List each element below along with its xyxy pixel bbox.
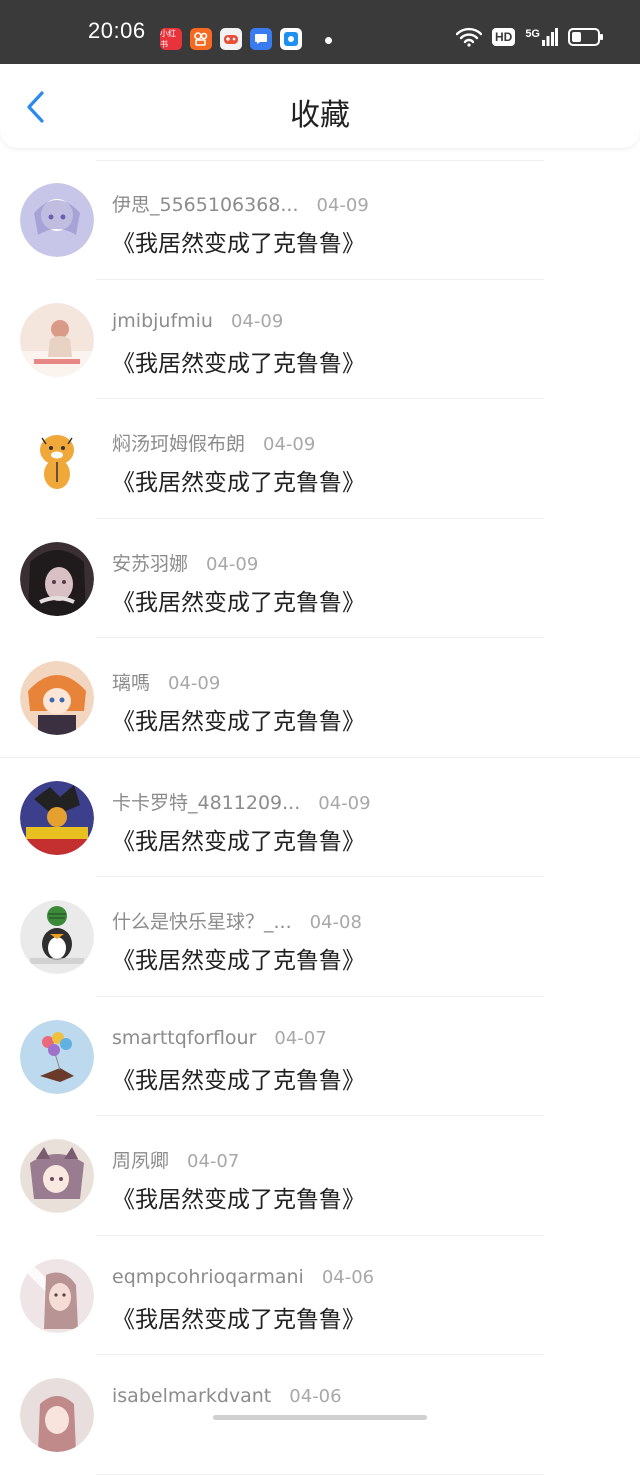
post-date: 04-09 — [263, 434, 316, 455]
avatar-image — [20, 1139, 94, 1213]
favorite-title[interactable]: 《我居然变成了克鲁鲁》 — [112, 583, 365, 617]
user-name[interactable]: isabelmarkdvant — [112, 1385, 271, 1407]
post-date: 04-07 — [187, 1151, 240, 1172]
network-type-label: 5G — [525, 28, 540, 40]
user-name-line: 璃嗎 04-09 — [112, 668, 220, 695]
post-date: 04-09 — [318, 792, 371, 814]
favorite-title[interactable]: 《我居然变成了克鲁鲁》 — [112, 1300, 365, 1334]
favorite-title[interactable]: 《我居然变成了克鲁鲁》 — [112, 941, 365, 975]
avatar[interactable] — [20, 1139, 94, 1213]
avatar[interactable] — [20, 1019, 94, 1094]
list-item[interactable]: 璃嗎 04-09 《我居然变成了克鲁鲁》 — [0, 638, 640, 758]
user-name-line: 什么是快乐星球？_... 04-08 — [112, 907, 362, 934]
signal-icon — [542, 28, 558, 46]
favorite-title[interactable]: 《我居然变成了克鲁鲁》 — [112, 1180, 365, 1214]
list-item[interactable]: 什么是快乐星球？_... 04-08 《我居然变成了克鲁鲁》 — [0, 877, 640, 997]
home-indicator[interactable] — [213, 1415, 427, 1420]
avatar-image — [20, 541, 94, 616]
post-date: 04-09 — [168, 673, 221, 694]
list-item[interactable]: smarttqforflour 04-07 《我居然变成了克鲁鲁》 — [0, 997, 640, 1116]
user-name[interactable]: 安苏羽娜 — [112, 553, 188, 575]
game-icon — [220, 28, 242, 50]
chat-icon — [250, 28, 272, 50]
user-name[interactable]: 什么是快乐星球？_... — [112, 911, 292, 933]
user-name-line: 卡卡罗特_4811209... 04-09 — [112, 788, 371, 815]
favorite-title[interactable]: 《我居然变成了克鲁鲁》 — [112, 822, 365, 856]
status-time: 20:06 — [88, 18, 146, 43]
user-name[interactable]: 周夙卿 — [112, 1150, 169, 1172]
user-name-line: smarttqforflour 04-07 — [112, 1027, 327, 1049]
user-name-line: 伊思_5565106368... 04-09 — [112, 190, 369, 217]
avatar[interactable] — [20, 900, 94, 974]
status-bar: 20:06 小红书 HD 5G — [0, 0, 640, 64]
more-notifications-dot — [325, 37, 332, 44]
post-date: 04-07 — [274, 1027, 327, 1049]
notification-app-icons: 小红书 — [160, 28, 302, 50]
list-item[interactable]: 伊思_5565106368... 04-09 《我居然变成了克鲁鲁》 — [0, 160, 640, 280]
user-name-line: 安苏羽娜 04-09 — [112, 549, 258, 576]
avatar[interactable] — [20, 422, 94, 496]
avatar[interactable] — [20, 780, 94, 855]
favorite-title[interactable]: 《我居然变成了克鲁鲁》 — [112, 463, 365, 497]
list-item[interactable]: 安苏羽娜 04-09 《我居然变成了克鲁鲁》 — [0, 519, 640, 638]
user-name[interactable]: jmibjufmiu — [112, 310, 213, 332]
user-name-line: isabelmarkdvant 04-06 — [112, 1385, 342, 1407]
post-date: 04-09 — [230, 310, 284, 332]
avatar-image — [20, 661, 94, 735]
kuaishou-icon — [190, 28, 212, 50]
favorite-title[interactable]: 《我居然变成了克鲁鲁》 — [112, 344, 365, 378]
favorite-title[interactable]: 《我居然变成了克鲁鲁》 — [112, 1061, 365, 1095]
avatar-image — [20, 422, 94, 496]
list-item[interactable]: 卡卡罗特_4811209... 04-09 《我居然变成了克鲁鲁》 — [0, 758, 640, 877]
user-name[interactable]: 焖汤珂姆假布朗 — [112, 433, 245, 455]
favorite-title[interactable]: 《我居然变成了克鲁鲁》 — [112, 224, 365, 258]
avatar[interactable] — [20, 1378, 94, 1452]
user-name[interactable]: smarttqforflour — [112, 1027, 256, 1049]
avatar[interactable] — [20, 1258, 94, 1333]
camera-app-icon — [280, 28, 302, 50]
avatar-image — [20, 780, 94, 855]
avatar-image — [20, 900, 94, 974]
avatar[interactable] — [20, 183, 94, 257]
post-date: 04-06 — [289, 1386, 342, 1407]
battery-icon — [568, 28, 603, 46]
list-item[interactable]: 焖汤珂姆假布朗 04-09 《我居然变成了克鲁鲁》 — [0, 399, 640, 519]
post-date: 04-09 — [316, 195, 369, 216]
list-item[interactable]: eqmpcohrioqarmani 04-06 《我居然变成了克鲁鲁》 — [0, 1236, 640, 1355]
avatar-image — [20, 1378, 94, 1452]
avatar-image — [20, 1019, 94, 1094]
user-name-line: jmibjufmiu 04-09 — [112, 310, 283, 332]
list-item[interactable]: jmibjufmiu 04-09 《我居然变成了克鲁鲁》 — [0, 280, 640, 399]
user-name[interactable]: 璃嗎 — [112, 672, 150, 694]
avatar[interactable] — [20, 541, 94, 616]
post-date: 04-06 — [321, 1266, 375, 1288]
avatar[interactable] — [20, 661, 94, 735]
user-name[interactable]: 伊思_5565106368... — [112, 194, 299, 216]
favorite-title[interactable]: 《我居然变成了克鲁鲁》 — [112, 702, 365, 736]
post-date: 04-09 — [206, 553, 259, 575]
user-name-line: 焖汤珂姆假布朗 04-09 — [112, 429, 315, 456]
xiaohongshu-icon: 小红书 — [160, 28, 182, 50]
hd-badge: HD — [491, 28, 516, 46]
user-name-line: 周夙卿 04-07 — [112, 1146, 239, 1173]
system-icons: HD 5G — [455, 27, 603, 47]
user-name[interactable]: 卡卡罗特_4811209... — [112, 792, 300, 814]
user-name-line: eqmpcohrioqarmani 04-06 — [112, 1266, 374, 1288]
page-title: 收藏 — [290, 98, 350, 133]
avatar[interactable] — [20, 302, 94, 377]
user-name[interactable]: eqmpcohrioqarmani — [112, 1266, 304, 1288]
list-item[interactable]: 周夙卿 04-07 《我居然变成了克鲁鲁》 — [0, 1116, 640, 1236]
post-date: 04-08 — [309, 912, 362, 933]
avatar-image — [20, 1258, 94, 1333]
wifi-icon — [455, 27, 482, 47]
nav-bar: 收藏 — [0, 64, 640, 148]
avatar-image — [20, 302, 94, 377]
row-divider — [96, 1473, 544, 1475]
favorites-list: 伊思_5565106368... 04-09 《我居然变成了克鲁鲁》 jmibjufm… — [0, 160, 640, 1475]
avatar-image — [20, 183, 94, 257]
